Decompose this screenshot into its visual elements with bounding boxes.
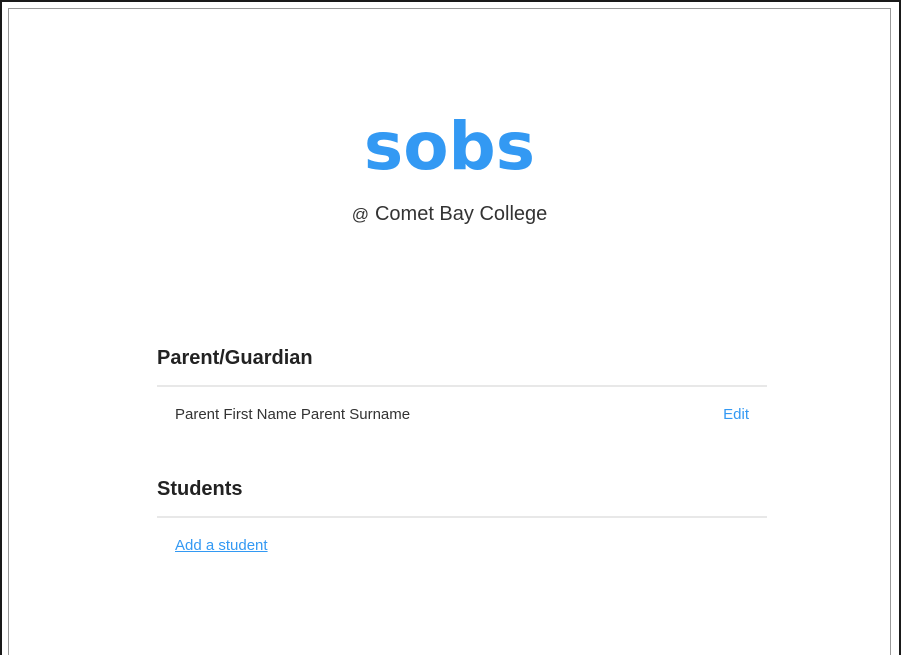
parent-row: Parent First Name Parent Surname Edit: [157, 395, 767, 435]
parent-guardian-section: Parent/Guardian Parent First Name Parent…: [157, 345, 767, 435]
add-student-row: Add a student: [157, 526, 767, 566]
at-icon: @: [351, 205, 369, 224]
school-line: @ Comet Bay College: [9, 201, 890, 228]
app-window: sobs @ Comet Bay College Parent/Guardian …: [0, 0, 901, 655]
page-container: sobs @ Comet Bay College Parent/Guardian …: [8, 8, 891, 655]
parent-name: Parent First Name Parent Surname: [175, 406, 411, 423]
sobs-logo: sobs: [363, 108, 536, 185]
students-section: Students Add a student: [157, 476, 767, 566]
parent-guardian-heading: Parent/Guardian: [157, 345, 767, 387]
add-student-link[interactable]: Add a student: [175, 537, 268, 554]
school-name: Comet Bay College: [374, 203, 548, 225]
edit-parent-link[interactable]: Edit: [723, 395, 749, 435]
students-heading: Students: [157, 476, 767, 518]
